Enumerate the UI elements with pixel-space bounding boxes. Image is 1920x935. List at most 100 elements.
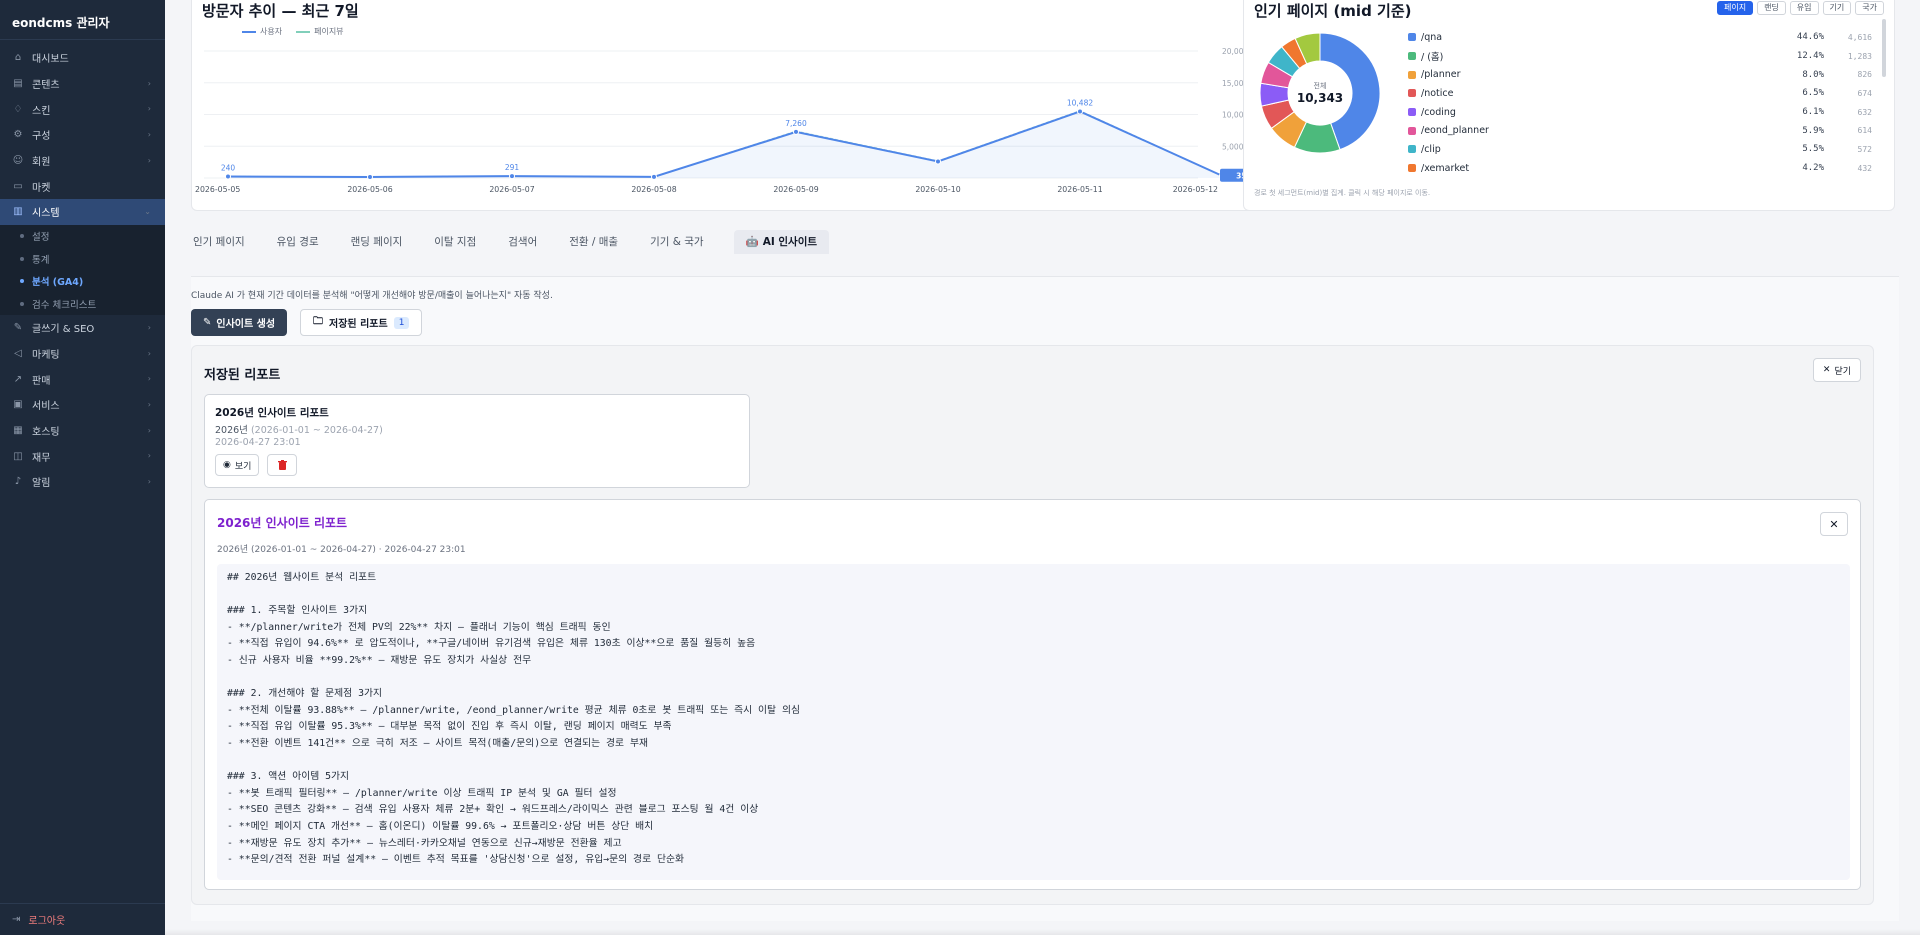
popular-row[interactable]: /qna 44.6% 4,616: [1408, 28, 1872, 47]
sidebar-subitem[interactable]: 분석 (GA4): [0, 270, 165, 293]
chevron-icon: ›: [147, 78, 151, 88]
gear-icon: ⚙: [13, 129, 23, 141]
report-card[interactable]: 2026년 인사이트 리포트 2026년 (2026-01-01 ~ 2026-…: [204, 394, 750, 488]
popular-row[interactable]: /notice 6.5% 674: [1408, 84, 1872, 103]
popular-row[interactable]: /planner 8.0% 826: [1408, 65, 1872, 84]
popular-scrollbar[interactable]: [1882, 19, 1886, 77]
segment-option[interactable]: 기기: [1822, 1, 1852, 15]
report-card-title: 2026년 인사이트 리포트: [215, 407, 329, 419]
page-count: 632: [1857, 107, 1872, 117]
color-swatch: [1408, 52, 1416, 61]
sidebar-item-label: 대시보드: [32, 54, 69, 66]
sidebar-item[interactable]: ↗ 판매 ›: [0, 366, 165, 392]
page-count: 826: [1857, 70, 1872, 80]
sidebar-item-label: 스킨: [32, 105, 51, 117]
bullet-icon: [20, 279, 24, 284]
page-path: /notice: [1421, 87, 1454, 99]
sidebar-item[interactable]: ▥ 시스템 ⌄: [0, 199, 165, 225]
segment-option[interactable]: 유입: [1789, 1, 1819, 15]
close-detail-button[interactable]: ✕: [1820, 512, 1848, 536]
popular-note: 경로 첫 세그먼트(mid)별 집계. 클릭 시 해당 페이지로 이동.: [1254, 189, 1431, 197]
report-line: - **SEO 콘텐츠 강화** — 검색 유입 사용자 체류 2분+ 확인 →…: [227, 804, 759, 816]
users-point: [509, 173, 515, 180]
sidebar-item-label: 글쓰기 & SEO: [32, 324, 95, 336]
page-path: /planner: [1421, 69, 1461, 81]
data-label: 7,260: [785, 119, 807, 128]
close-saved-button[interactable]: ✕ 닫기: [1812, 358, 1861, 382]
popular-row[interactable]: /clip 5.5% 572: [1408, 140, 1872, 159]
tab-item[interactable]: 기기 & 국가: [648, 230, 706, 254]
sidebar-item[interactable]: ◁ 마케팅 ›: [0, 341, 165, 367]
tab-item[interactable]: 🤖 AI 인사이트: [733, 230, 830, 254]
sidebar-nav: ⌂ 대시보드 ▤ 콘텐츠 › ♢ 스킨 › ⚙ 구성 › ☺ 회원 › ▭ 마켓 ▥ 시스템 ⌄ 설정 통계 분석 (GA…: [0, 40, 165, 495]
popular-row[interactable]: / (홈) 12.4% 1,283: [1408, 47, 1872, 66]
segment-option[interactable]: 페이지: [1716, 1, 1754, 15]
report-line: ### 2. 개선해야 할 문제점 3가지: [227, 688, 383, 700]
chevron-icon: ›: [147, 425, 151, 435]
sidebar-item[interactable]: ▦ 호스팅 ›: [0, 418, 165, 444]
popular-row[interactable]: /xemarket 4.2% 432: [1408, 159, 1872, 178]
report-line: - **메인 페이지 CTA 개선** — 홈(이온디) 이탈률 99.6% →…: [227, 820, 654, 832]
tab-item[interactable]: 이탈 지점: [432, 230, 478, 254]
sidebar-item[interactable]: ✎ 글쓰기 & SEO ›: [0, 315, 165, 341]
visitor-trend-card: 5,000 10,000 15,000 20,000 2026-05-05 2026-05…: [191, 0, 1397, 211]
sidebar-item[interactable]: ♪ 알림 ›: [0, 469, 165, 495]
color-swatch: [1408, 70, 1416, 79]
sidebar-subitem[interactable]: 통계: [0, 247, 165, 270]
tab-item[interactable]: 전환 / 매출: [567, 230, 620, 254]
delete-report-button[interactable]: [267, 454, 297, 476]
visitor-line-chart: 5,00010,00015,00020,0002026-05-05 2026-05…: [195, 47, 1268, 194]
color-swatch: [1408, 126, 1416, 135]
page-count: 674: [1857, 88, 1872, 98]
popular-row[interactable]: /coding 6.1% 632: [1408, 103, 1872, 122]
saved-reports-button[interactable]: 🗀 저장된 리포트 1: [300, 309, 423, 336]
page-percent: 8.0%: [1802, 69, 1824, 80]
view-report-button[interactable]: ◉ 보기: [215, 454, 260, 476]
legend-pageviews[interactable]: 페이지뷰: [296, 26, 344, 37]
segment-option[interactable]: 랜딩: [1757, 1, 1786, 15]
chevron-icon: ›: [147, 130, 151, 140]
briefcase-icon: ▣: [13, 399, 23, 411]
tab-item[interactable]: 랜딩 페이지: [349, 230, 405, 254]
sidebar-item[interactable]: ▤ 콘텐츠 ›: [0, 71, 165, 97]
logout-link[interactable]: ⇥ 로그아웃: [0, 903, 165, 935]
popular-row[interactable]: /eond_planner 5.9% 614: [1408, 121, 1872, 140]
sidebar-subitem[interactable]: 설정: [0, 225, 165, 248]
report-line: [227, 587, 1840, 604]
segment-option[interactable]: 국가: [1855, 1, 1884, 15]
sidebar-item[interactable]: ◫ 재무 ›: [0, 443, 165, 469]
sidebar-submenu: 설정 통계 분석 (GA4) 검수 체크리스트: [0, 224, 165, 315]
report-line: [227, 670, 1840, 687]
page-path: /eond_planner: [1421, 125, 1489, 137]
ai-insight-panel: Claude AI 가 현재 기간 데이터를 분석해 "어떻게 개선해야 방문/…: [191, 276, 1899, 921]
analytics-tabs: 인기 페이지 유입 경로 랜딩 페이지 이탈 지점 검색어 전환 / 매출 기기 & 국가 🤖…: [191, 230, 830, 254]
report-card-created: 2026-04-27 23:01: [215, 437, 301, 448]
dashboard-icon: ⌂: [14, 52, 22, 64]
page-percent: 5.9%: [1802, 125, 1824, 136]
report-line: ### 1. 주목할 인사이트 3가지: [227, 605, 368, 617]
tab-item[interactable]: 검색어: [506, 230, 539, 254]
sidebar-item[interactable]: ⚙ 구성 ›: [0, 122, 165, 148]
tab-item[interactable]: 인기 페이지: [191, 230, 247, 254]
page-count: 432: [1857, 163, 1872, 173]
page-path: /coding: [1421, 106, 1456, 118]
sidebar-item-label: 호스팅: [32, 426, 60, 438]
sidebar-item[interactable]: ☺ 회원 ›: [0, 148, 165, 174]
chevron-icon: ›: [147, 476, 151, 486]
report-markdown: ## 2026년 웹사이트 분석 리포트 ### 1. 주목할 인사이트 3가지 -…: [217, 564, 1850, 880]
report-card-range: 2026년 (2026-01-01 ~ 2026-04-27): [215, 425, 383, 436]
generate-insight-button[interactable]: ✎ 인사이트 생성: [191, 309, 288, 336]
sidebar-subitem[interactable]: 검수 체크리스트: [0, 292, 165, 315]
sidebar-item[interactable]: ⌂ 대시보드: [0, 45, 165, 71]
legend-users[interactable]: 사용자: [242, 26, 282, 37]
sidebar-item-label: 서비스: [32, 401, 60, 413]
page-count: 572: [1857, 144, 1872, 154]
x-tick-label: 2026-05-06: [347, 185, 392, 194]
page-path: /qna: [1421, 31, 1443, 43]
sidebar-item[interactable]: ▭ 마켓: [0, 173, 165, 199]
sidebar-item[interactable]: ♢ 스킨 ›: [0, 96, 165, 122]
report-line: - **문의/견적 전환 퍼널 설계** — 이벤트 추적 목표를 '상담신청'…: [227, 854, 685, 866]
sidebar-item[interactable]: ▣ 서비스 ›: [0, 392, 165, 418]
tab-item[interactable]: 유입 경로: [275, 230, 321, 254]
report-line: - **재방문 유도 장치 추가** — 뉴스레터·카카오채널 연동으로 신규→…: [227, 837, 622, 849]
